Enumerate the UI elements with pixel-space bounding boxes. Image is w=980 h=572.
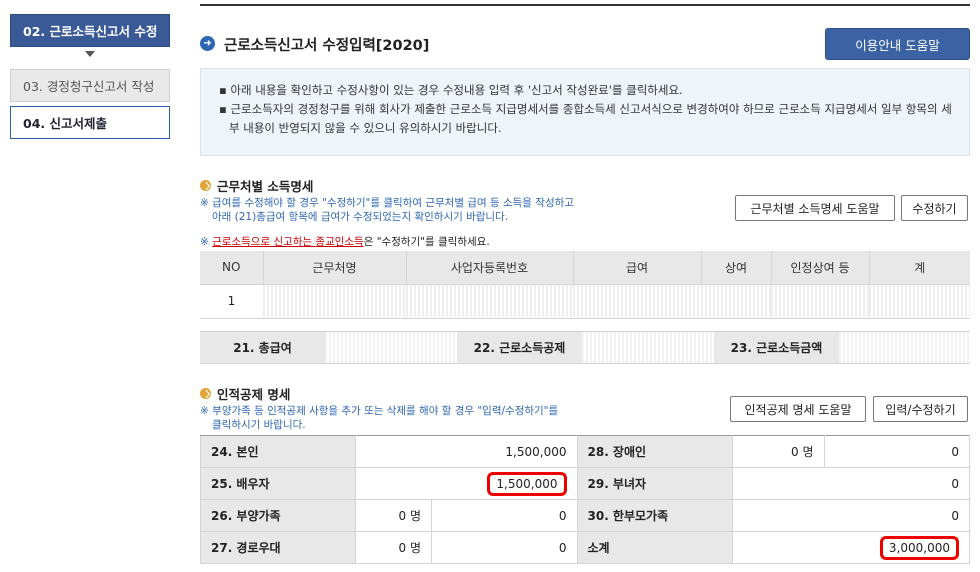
help-button[interactable]: 이용안내 도움말 [825, 28, 970, 60]
personal-deduction-table: 24. 본인 1,500,000 28. 장애인 0 명 0 25. 배우자 1… [200, 435, 970, 564]
col-no: NO [200, 251, 263, 284]
income-table-header: NO 근무처명 사업자등록번호 급여 상여 인정상여 등 계 [200, 251, 970, 284]
notice-box: ▪ 아래 내용을 확인하고 수정사항이 있는 경우 수정내용 입력 후 '신고서… [200, 68, 970, 156]
self-value: 1,500,000 [355, 435, 578, 468]
dependents-label: 26. 부양가족 [200, 499, 356, 532]
redacted-cell [839, 332, 970, 363]
step-4[interactable]: 04. 신고서제출 [10, 106, 170, 139]
women-value: 0 [731, 467, 970, 500]
col-total: 계 [868, 251, 970, 284]
redacted-cell [573, 283, 701, 317]
section-personal-note: ※ 부양가족 등 인적공제 사항을 추가 또는 삭제를 해야 할 경우 "입력/… [200, 405, 559, 431]
personal-edit-button[interactable]: 입력/수정하기 [873, 396, 968, 422]
subtotal-label: 소계 [576, 531, 733, 564]
notice-line-2: ▪ 근로소득자의 경정청구를 위해 회사가 제출한 근로소득 지급명세서를 종합… [219, 102, 952, 135]
spouse-value: 1,500,000 [487, 471, 567, 496]
elderly-label: 27. 경로우대 [200, 531, 356, 564]
spouse-value-cell: 1,500,000 [355, 467, 578, 500]
table-row: 1 [200, 283, 970, 317]
arrow-circle-icon: ➜ [200, 36, 215, 51]
income-deduction-label: 22. 근로소득공제 [457, 332, 582, 363]
step-arrow-icon [85, 51, 95, 57]
income-totals: 21. 총급여 22. 근로소득공제 23. 근로소득금액 [200, 331, 970, 364]
table-row: 24. 본인 1,500,000 28. 장애인 0 명 0 [200, 435, 970, 468]
check-circle-icon [200, 180, 211, 191]
single-parent-value: 0 [731, 499, 970, 532]
section-personal-title: 인적공제 명세 [200, 384, 290, 403]
redacted-cell [701, 283, 771, 317]
top-divider [200, 4, 970, 6]
single-parent-label: 30. 한부모가족 [576, 499, 733, 532]
col-bizno: 사업자등록번호 [405, 251, 573, 284]
step-3[interactable]: 03. 경정청구신고서 작성 [10, 69, 170, 102]
section-income-note: ※ 급여를 수정해야 할 경우 "수정하기"를 클릭하여 근무처별 급여 등 소… [200, 197, 574, 223]
spouse-label: 25. 배우자 [200, 467, 356, 500]
page-header: ➜ 근로소득신고서 수정입력[2020] 이용안내 도움말 [200, 28, 970, 60]
total-salary-label: 21. 총급여 [200, 332, 325, 363]
income-edit-button[interactable]: 수정하기 [901, 195, 968, 221]
elderly-value: 0 [431, 531, 578, 564]
col-workplace: 근무처명 [262, 251, 406, 284]
dependents-count: 0 명 [355, 499, 432, 532]
check-circle-icon [200, 388, 211, 399]
redacted-cell [325, 332, 457, 363]
redacted-cell [869, 283, 970, 317]
step-2-active[interactable]: 02. 근로소득신고서 수정 [10, 14, 170, 47]
notice-line-1: ▪ 아래 내용을 확인하고 수정사항이 있는 경우 수정내용 입력 후 '신고서… [219, 83, 683, 97]
redacted-cell [771, 283, 869, 317]
table-row: 27. 경로우대 0 명 0 소계 3,000,000 [200, 531, 970, 564]
page-title: 근로소득신고서 수정입력[2020] [224, 38, 430, 54]
table-row: 26. 부양가족 0 명 0 30. 한부모가족 0 [200, 499, 970, 532]
women-label: 29. 부녀자 [576, 467, 733, 500]
dependents-value: 0 [431, 499, 578, 532]
table-divider [200, 318, 970, 319]
disabled-label: 28. 장애인 [576, 435, 733, 468]
religious-income-note: ※ 근로소득으로 신고하는 종교인소득은 "수정하기"를 클릭하세요. [200, 236, 490, 248]
row-no: 1 [200, 283, 263, 317]
subtotal-value: 3,000,000 [879, 535, 959, 560]
income-help-button[interactable]: 근무처별 소득명세 도움말 [735, 195, 895, 221]
disabled-value: 0 [823, 435, 970, 468]
self-label: 24. 본인 [200, 435, 356, 468]
col-salary: 급여 [572, 251, 701, 284]
redacted-cell [406, 283, 573, 317]
redacted-cell [582, 332, 714, 363]
col-recognized-bonus: 인정상여 등 [770, 251, 869, 284]
disabled-count: 0 명 [731, 435, 825, 468]
col-bonus: 상여 [700, 251, 771, 284]
section-income-title: 근무처별 소득명세 [200, 176, 313, 195]
redacted-cell [263, 283, 406, 317]
income-table: NO 근무처명 사업자등록번호 급여 상여 인정상여 등 계 1 [200, 251, 970, 317]
personal-help-button[interactable]: 인적공제 명세 도움말 [730, 396, 866, 422]
step-nav: 02. 근로소득신고서 수정 03. 경정청구신고서 작성 04. 신고서제출 [10, 14, 170, 139]
elderly-count: 0 명 [355, 531, 432, 564]
subtotal-value-cell: 3,000,000 [731, 531, 970, 564]
income-amount-label: 23. 근로소득금액 [714, 332, 839, 363]
table-row: 25. 배우자 1,500,000 29. 부녀자 0 [200, 467, 970, 500]
